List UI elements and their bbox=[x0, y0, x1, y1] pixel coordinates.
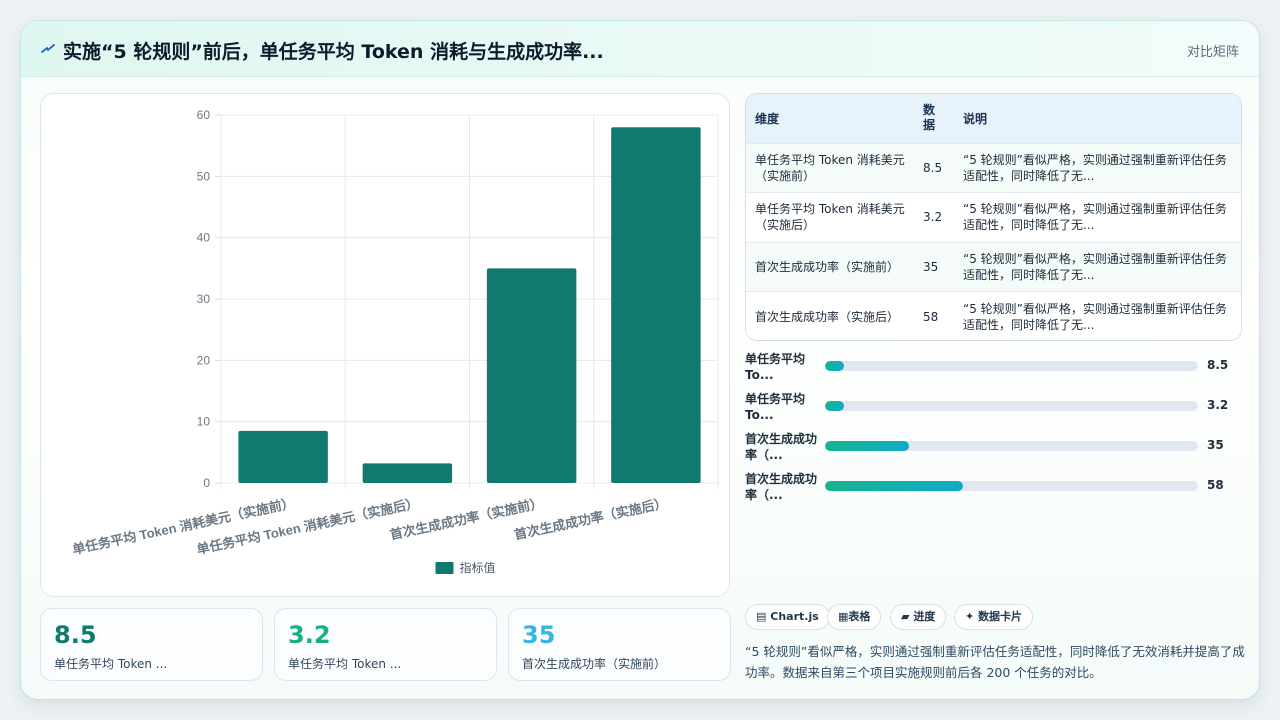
view-mode-label[interactable]: 对比矩阵 bbox=[1187, 41, 1239, 60]
kpi-value: 35 bbox=[522, 621, 556, 649]
progress-row: 单任务平均 To... 3.2 bbox=[745, 391, 1229, 431]
cell-description: “5 轮规则”看似严格，实则通过强制重新评估任务适配性，同时降低了无... bbox=[954, 192, 1241, 242]
progress-label: 首次生成成功率（... bbox=[745, 432, 818, 462]
progress-icon: ▰ bbox=[901, 610, 910, 623]
kpi-value: 8.5 bbox=[54, 621, 97, 649]
bar-chart-card: 0 10 20 30 40 50 60 单任务平均 Token 消耗美元（实施前） 单任务平均 … bbox=[40, 93, 730, 597]
progress-fill bbox=[825, 401, 844, 411]
sparkle-icon: ✦ bbox=[965, 610, 975, 623]
cell-description: “5 轮规则”看似严格，实则通过强制重新评估任务适配性，同时降低了无... bbox=[954, 291, 1241, 340]
legend-swatch bbox=[435, 562, 454, 574]
table-row: 单任务平均 Token 消耗美元（实施后） 3.2 “5 轮规则”看似严格，实则… bbox=[746, 192, 1241, 242]
x-tick-label: 单任务平均 Token 消耗美元（实施后） bbox=[195, 495, 420, 557]
progress-fill bbox=[825, 481, 963, 491]
table-icon: ▦ bbox=[838, 610, 849, 623]
cell-value: 58 bbox=[914, 291, 954, 340]
progress-row: 单任务平均 To... 8.5 bbox=[745, 351, 1229, 391]
kpi-value: 3.2 bbox=[288, 621, 331, 649]
dashboard-panel: 实施“5 轮规则”前后，单任务平均 Token 消耗与生成成功率... 对比矩阵… bbox=[20, 20, 1260, 700]
progress-fill bbox=[825, 361, 844, 371]
cell-dimension: 首次生成成功率（实施前） bbox=[746, 241, 914, 292]
tag-chartjs[interactable]: ▤ Chart.js bbox=[745, 604, 830, 630]
page-title: 实施“5 轮规则”前后，单任务平均 Token 消耗与生成成功率... bbox=[63, 41, 604, 63]
chart-icon: ▤ bbox=[756, 610, 767, 623]
y-tick-label: 60 bbox=[197, 108, 211, 122]
cell-dimension: 单任务平均 Token 消耗美元（实施前） bbox=[746, 142, 914, 193]
kpi-card: 8.5 单任务平均 Token ... bbox=[40, 608, 263, 681]
progress-row: 首次生成成功率（... 35 bbox=[745, 431, 1225, 471]
progress-label: 单任务平均 To... bbox=[745, 352, 806, 382]
progress-value: 35 bbox=[1207, 438, 1224, 452]
progress-value: 58 bbox=[1207, 478, 1224, 492]
progress-value: 3.2 bbox=[1207, 398, 1229, 412]
cell-dimension: 首次生成成功率（实施后） bbox=[746, 291, 914, 340]
y-tick-label: 10 bbox=[197, 415, 211, 429]
progress-label: 首次生成成功率（... bbox=[745, 472, 818, 502]
table-row: 单任务平均 Token 消耗美元（实施前） 8.5 “5 轮规则”看似严格，实则… bbox=[746, 142, 1241, 193]
kpi-label: 首次生成成功率（实施前） bbox=[522, 657, 667, 671]
y-tick-label: 20 bbox=[197, 353, 211, 367]
tag-label: 数据卡片 bbox=[978, 610, 1023, 623]
col-header-dimension: 维度 bbox=[755, 111, 780, 126]
cell-dimension: 单任务平均 Token 消耗美元（实施后） bbox=[746, 192, 914, 242]
progress-track bbox=[825, 481, 1198, 491]
cell-value: 3.2 bbox=[914, 192, 954, 242]
kpi-label: 单任务平均 Token ... bbox=[54, 657, 168, 671]
cell-description: “5 轮规则”看似严格，实则通过强制重新评估任务适配性，同时降低了无... bbox=[954, 142, 1241, 193]
cell-description: “5 轮规则”看似严格，实则通过强制重新评估任务适配性，同时降低了无... bbox=[954, 241, 1241, 292]
progress-value: 8.5 bbox=[1207, 358, 1229, 372]
y-tick-label: 0 bbox=[203, 476, 210, 490]
tag-label: Chart.js bbox=[770, 610, 819, 623]
tag-progress[interactable]: ▰ 进度 bbox=[890, 604, 947, 630]
y-tick-label: 40 bbox=[197, 231, 211, 245]
bar bbox=[611, 127, 701, 483]
progress-track bbox=[825, 441, 1198, 451]
bar-chart: 0 10 20 30 40 50 60 单任务平均 Token 消耗美元（实施前）单任务平均 … bbox=[71, 108, 719, 575]
data-table: 维度 数据 说明 单任务平均 Token 消耗美元（实施前） 8.5 “5 轮规… bbox=[745, 93, 1242, 341]
y-tick-label: 30 bbox=[197, 292, 211, 306]
table-row: 首次生成成功率（实施前） 35 “5 轮规则”看似严格，实则通过强制重新评估任务… bbox=[746, 241, 1241, 292]
progress-list: 单任务平均 To... 8.5 单任务平均 To... 3.2 首次生成成功率（… bbox=[745, 351, 1229, 511]
kpi-card: 3.2 单任务平均 Token ... bbox=[274, 608, 497, 681]
bar bbox=[238, 430, 328, 483]
kpi-card: 35 首次生成成功率（实施前） bbox=[508, 608, 731, 681]
tag-data-cards[interactable]: ✦ 数据卡片 bbox=[954, 604, 1034, 630]
table-header-row: 维度 数据 说明 bbox=[746, 94, 1241, 143]
progress-fill bbox=[825, 441, 910, 451]
y-tick-label: 50 bbox=[197, 169, 211, 183]
kpi-label: 单任务平均 Token ... bbox=[288, 657, 402, 671]
tag-table[interactable]: ▦表格 bbox=[827, 604, 882, 630]
progress-label: 单任务平均 To... bbox=[745, 392, 806, 422]
col-header-value: 数据 bbox=[914, 94, 954, 143]
legend-label: 指标值 bbox=[460, 560, 496, 575]
bar bbox=[486, 268, 577, 483]
header-bar: 实施“5 轮规则”前后，单任务平均 Token 消耗与生成成功率... 对比矩阵 bbox=[21, 21, 1259, 77]
col-header-value-text: 数据 bbox=[923, 103, 936, 133]
tag-label: 进度 bbox=[913, 610, 936, 623]
bar bbox=[362, 463, 453, 483]
progress-row: 首次生成成功率（... 58 bbox=[745, 471, 1225, 511]
progress-track bbox=[825, 401, 1198, 411]
cell-value: 35 bbox=[914, 241, 954, 292]
col-header-description: 说明 bbox=[963, 111, 988, 126]
progress-track bbox=[825, 361, 1198, 371]
table-row: 首次生成成功率（实施后） 58 “5 轮规则”看似严格，实则通过强制重新评估任务… bbox=[746, 291, 1241, 340]
footnote-text: “5 轮规则”看似严格，实则通过强制重新评估任务适配性，同时降低了无效消耗并提高… bbox=[745, 644, 1245, 680]
x-tick-label: 单任务平均 Token 消耗美元（实施前） bbox=[71, 495, 296, 557]
spark-icon bbox=[41, 44, 55, 53]
cell-value: 8.5 bbox=[914, 142, 954, 193]
tag-label: 表格 bbox=[848, 610, 871, 623]
